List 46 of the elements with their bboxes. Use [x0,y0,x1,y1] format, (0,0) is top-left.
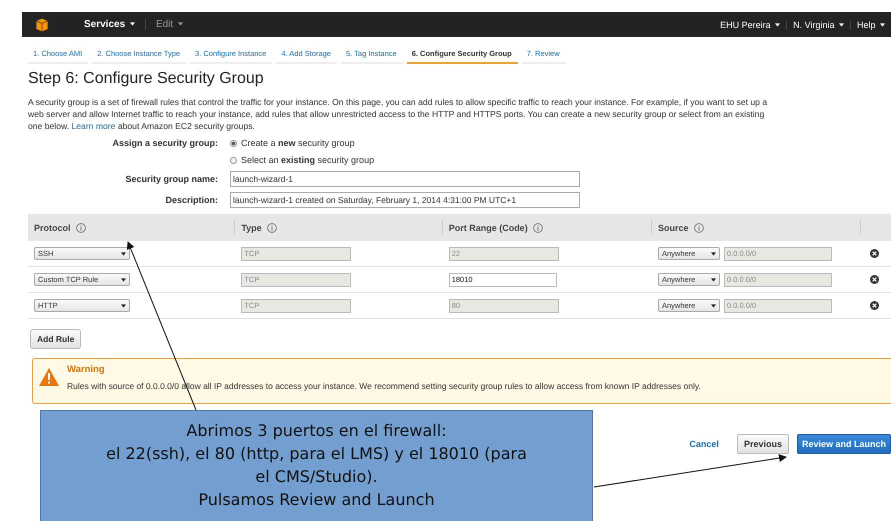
previous-button[interactable]: Previous [736,434,789,454]
radio-button[interactable] [230,140,237,146]
menu-item[interactable]: N. Virginia [787,20,851,30]
intro-paragraph: A security group is a set of firewall rules that control the traffic for your instance. On this page, you can add rules to allow specific traffic to reach your instance. For example, if you want to set up a web server and allow Internet traffic to reach your instance, add rules that allow unrestricted access to the HTTP and HTTPS ports. You can create a new security group or select from an existing one below. Learn more about Amazon EC2 security groups. [28,96,768,132]
field-label: Security group name: [124,174,219,184]
info-icon[interactable] [266,222,277,232]
caret-icon [130,22,135,26]
cube-logo-icon[interactable] [34,16,50,32]
column-header: Type [241,222,262,232]
remove-icon[interactable] [870,301,880,310]
caret-icon [121,304,126,308]
cancel-link[interactable]: Cancel [689,439,719,449]
callout-text: Abrimos 3 puertos en el firewall: el 22(ssh), el 80 (http, para el LMS) y el 18010 (para el CMS/Studio). Pulsamos Review and Launch [106,420,527,511]
caret-icon [775,23,780,28]
radio-button[interactable] [230,156,237,164]
menu-item[interactable]: Services [74,19,146,30]
warning-icon [39,368,59,386]
menu-item[interactable]: EHU Pereira [714,20,788,30]
warning-title: Warning [67,364,106,375]
page-heading: Step 6: Configure Security Group [28,70,265,88]
remove-icon[interactable] [870,249,880,258]
radio-label[interactable]: Create a new security group [241,138,355,148]
caret-icon [121,278,126,282]
menu-item[interactable]: Help [850,20,891,30]
caret-icon [121,252,126,256]
caret-icon [711,252,716,256]
column-header: Source [658,222,689,232]
info-icon[interactable] [532,222,543,232]
caret-icon [838,23,844,28]
add-rule-button[interactable]: Add Rule [30,329,82,349]
review-and-launch-button[interactable]: Review and Launch [796,434,891,454]
caret-icon [711,278,716,282]
caret-icon [880,23,885,28]
text-field[interactable]: launch-wizard-1 [230,171,580,187]
info-icon[interactable] [76,222,86,232]
caret-icon [711,304,716,308]
text-field[interactable]: launch-wizard-1 created on Saturday, February 1, 2014 4:31:00 PM UTC+1 [230,192,580,208]
caret-icon [178,22,183,26]
remove-icon[interactable] [870,275,880,284]
field-label: Description: [164,195,219,205]
column-header: Protocol [34,222,71,232]
learn-more-link[interactable]: Learn more [71,121,116,131]
info-icon[interactable] [694,222,704,232]
radio-label[interactable]: Select an existing security group [241,155,374,165]
field-label: Assign a security group: [111,138,219,150]
column-header: Port Range (Code) [448,222,528,232]
